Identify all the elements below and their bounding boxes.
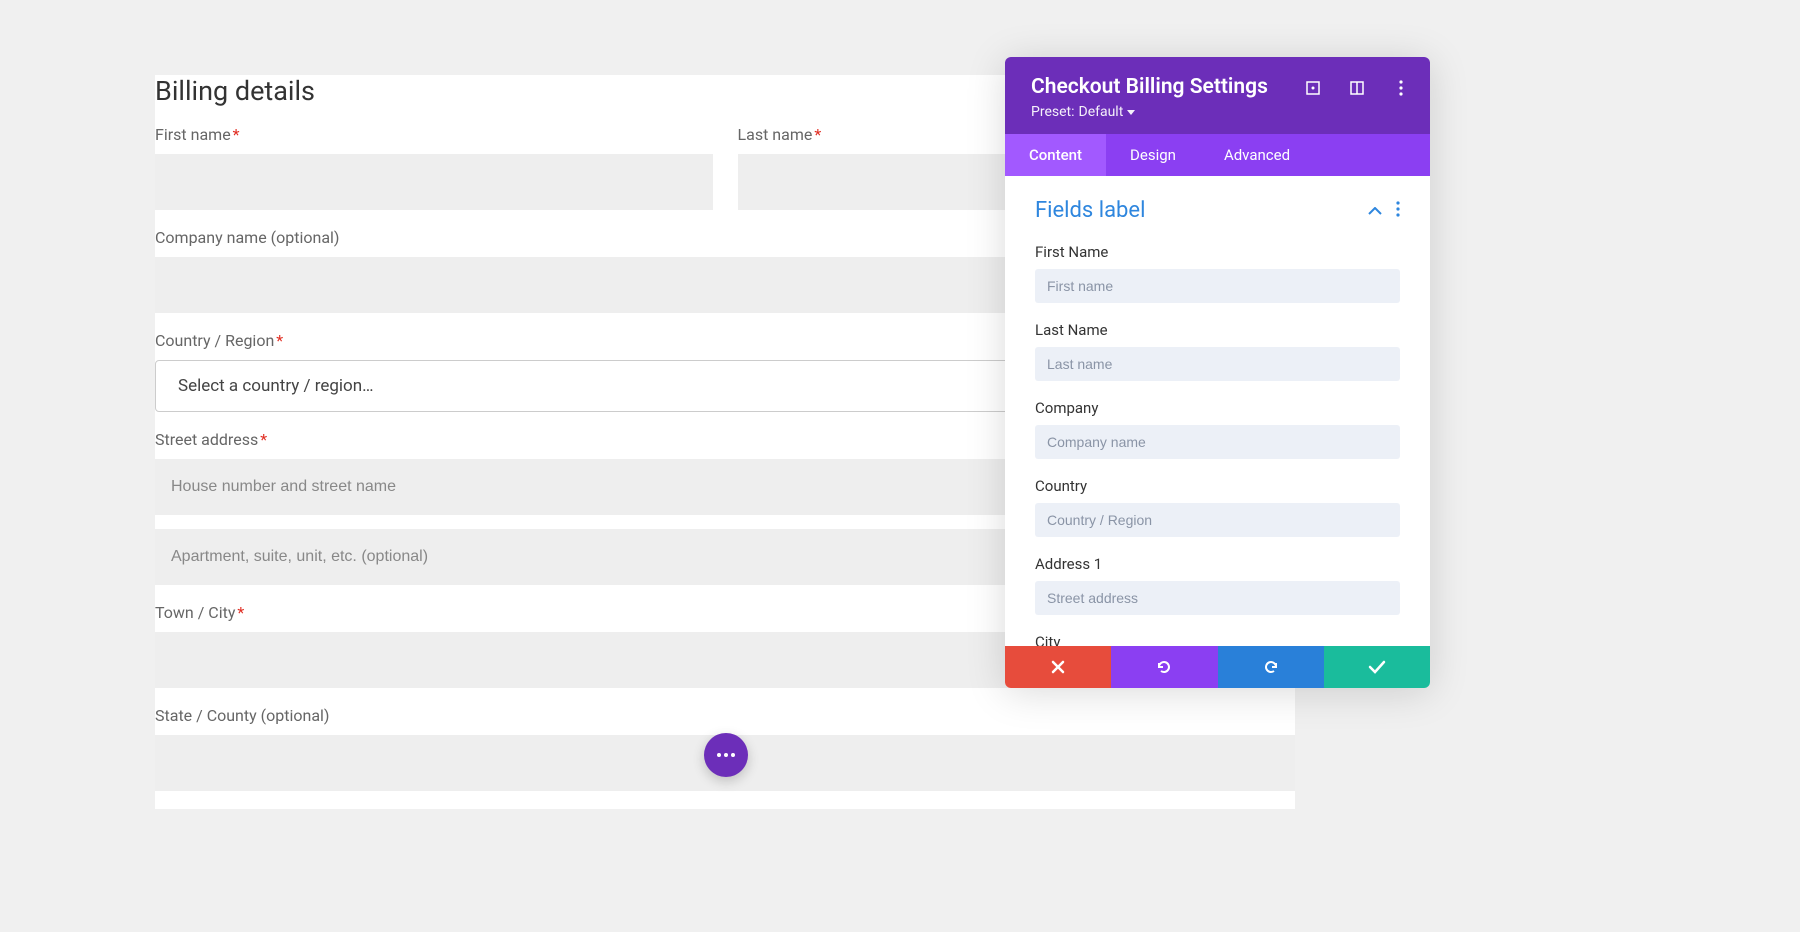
setting-input-last-name[interactable]: [1035, 347, 1400, 381]
confirm-button[interactable]: [1324, 646, 1430, 688]
label-first-name: First name*: [155, 125, 713, 144]
setting-label: First Name: [1035, 243, 1400, 261]
panel-preset[interactable]: Preset: Default: [1031, 104, 1404, 120]
dots-icon: [717, 753, 735, 757]
setting-address1: Address 1: [1035, 555, 1400, 615]
cancel-button[interactable]: [1005, 646, 1111, 688]
setting-input-country[interactable]: [1035, 503, 1400, 537]
setting-company: Company: [1035, 399, 1400, 459]
panel-body: Fields label First Name Last Name Compan…: [1005, 176, 1430, 646]
setting-input-address1[interactable]: [1035, 581, 1400, 615]
input-first-name[interactable]: [155, 154, 713, 210]
panel-header: Checkout Billing Settings Preset: Defaul…: [1005, 57, 1430, 134]
required-star: *: [276, 331, 283, 350]
setting-country: Country: [1035, 477, 1400, 537]
tab-content[interactable]: Content: [1005, 134, 1106, 176]
setting-input-first-name[interactable]: [1035, 269, 1400, 303]
caret-down-icon: [1127, 110, 1135, 115]
setting-label: Address 1: [1035, 555, 1400, 573]
required-star: *: [814, 125, 821, 144]
label-state: State / County (optional): [155, 706, 1295, 725]
section-header: Fields label: [1035, 198, 1400, 223]
more-icon[interactable]: [1392, 79, 1410, 97]
setting-label: City: [1035, 633, 1400, 646]
required-star: *: [233, 125, 240, 144]
section-more-icon[interactable]: [1396, 201, 1400, 221]
field-first-name: First name*: [155, 125, 713, 210]
panel-tabs: Content Design Advanced: [1005, 134, 1430, 176]
setting-label: Country: [1035, 477, 1400, 495]
setting-last-name: Last Name: [1035, 321, 1400, 381]
redo-button[interactable]: [1218, 646, 1324, 688]
fab-more-button[interactable]: [704, 733, 748, 777]
tab-advanced[interactable]: Advanced: [1200, 134, 1314, 176]
setting-label: Company: [1035, 399, 1400, 417]
required-star: *: [260, 430, 267, 449]
panel-footer: [1005, 646, 1430, 688]
expand-icon[interactable]: [1304, 79, 1322, 97]
setting-first-name: First Name: [1035, 243, 1400, 303]
layout-icon[interactable]: [1348, 79, 1366, 97]
setting-label: Last Name: [1035, 321, 1400, 339]
settings-panel: Checkout Billing Settings Preset: Defaul…: [1005, 57, 1430, 688]
section-title: Fields label: [1035, 198, 1145, 223]
setting-city: City: [1035, 633, 1400, 646]
collapse-icon[interactable]: [1368, 201, 1382, 220]
required-star: *: [237, 603, 244, 622]
tab-design[interactable]: Design: [1106, 134, 1200, 176]
undo-button[interactable]: [1111, 646, 1217, 688]
setting-input-company[interactable]: [1035, 425, 1400, 459]
